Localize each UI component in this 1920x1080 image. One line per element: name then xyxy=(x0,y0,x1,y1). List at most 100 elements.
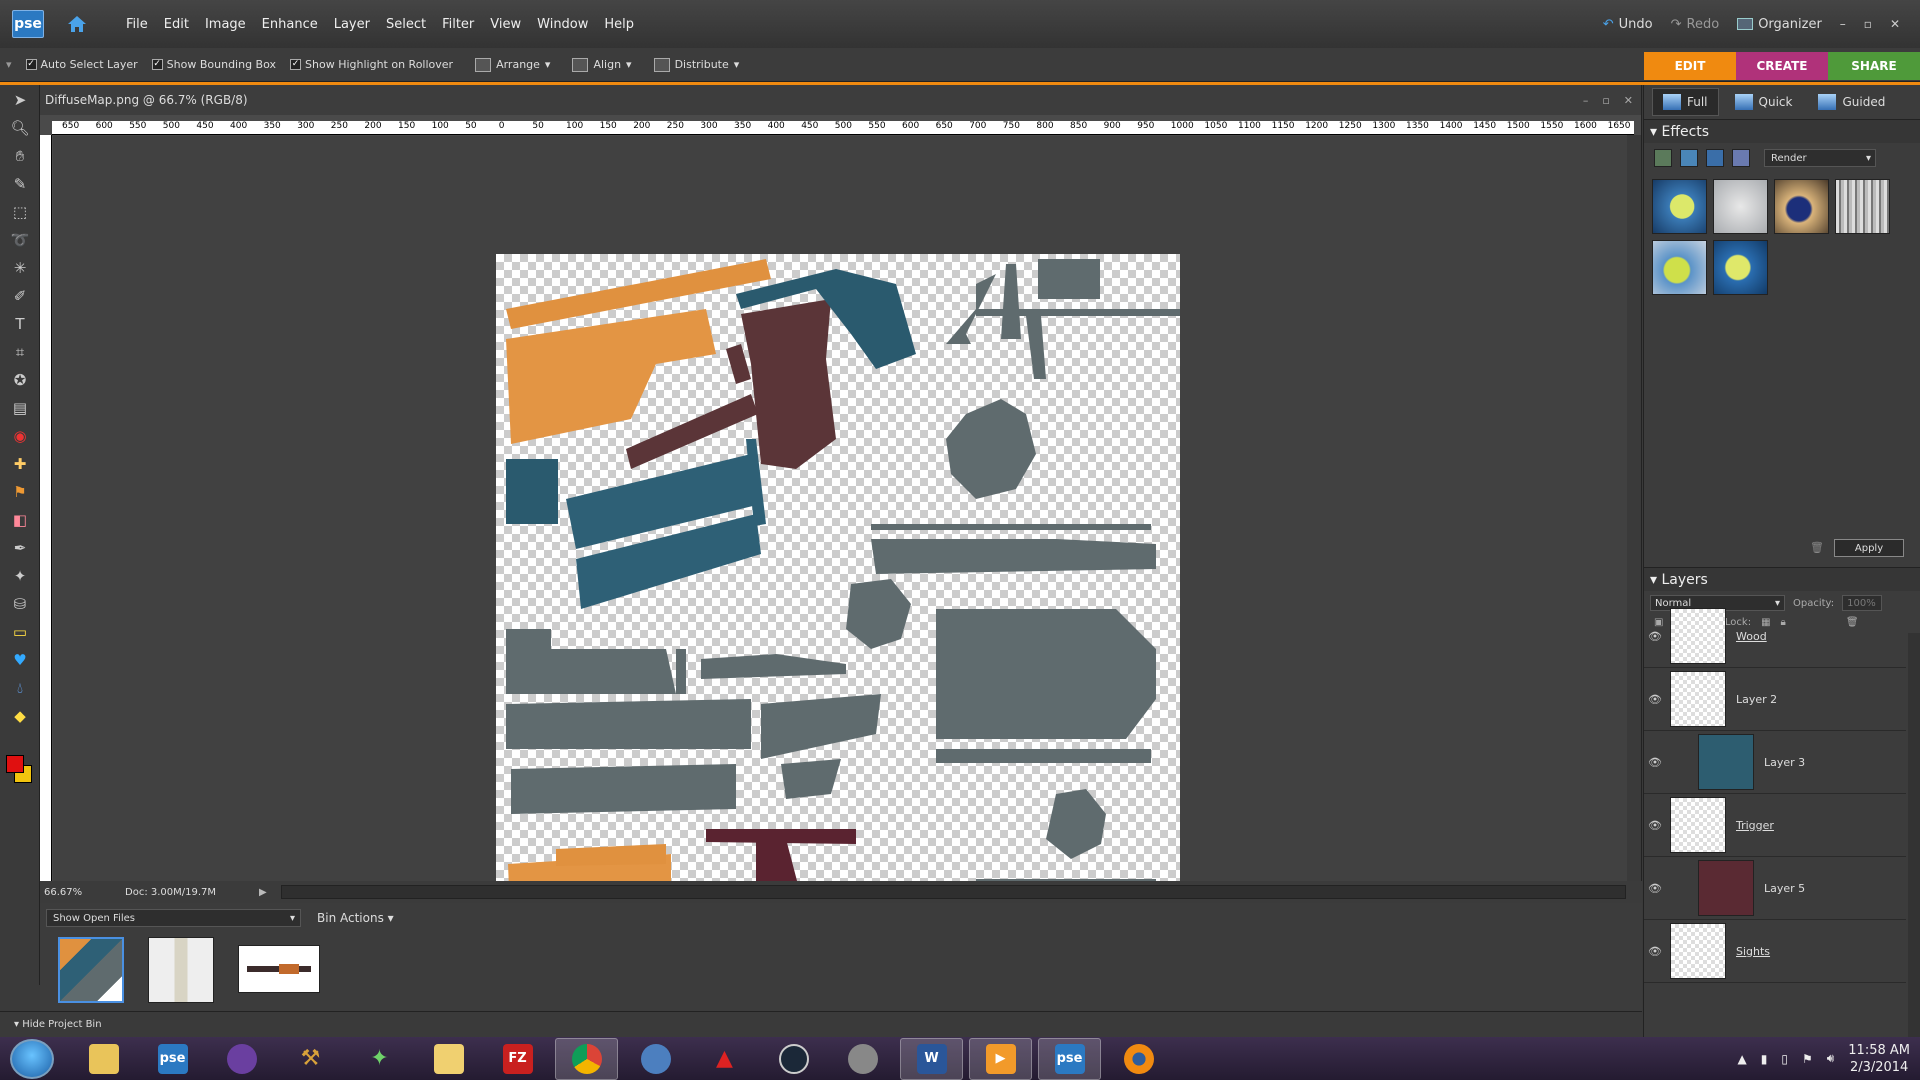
layers-panel-header[interactable]: ▾ Layers xyxy=(1644,567,1920,591)
options-collapse-icon[interactable]: ▾ xyxy=(6,58,12,71)
minimize-button[interactable]: – xyxy=(1840,17,1846,31)
tab-share[interactable]: SHARE xyxy=(1828,52,1920,80)
taskbar-app-gold[interactable]: ⚒ xyxy=(279,1038,342,1080)
menu-enhance[interactable]: Enhance xyxy=(254,17,326,32)
visibility-eye-icon[interactable]: 👁︎ xyxy=(1644,756,1666,769)
restore-button[interactable]: ▫ xyxy=(1864,17,1872,31)
eraser-tool-icon[interactable]: ◧ xyxy=(5,507,35,533)
menu-window[interactable]: Window xyxy=(529,17,596,32)
horizontal-scrollbar[interactable] xyxy=(280,885,1626,899)
visibility-eye-icon[interactable]: 👁︎ xyxy=(1644,630,1666,643)
highlight-checkbox[interactable]: ✓ xyxy=(290,59,302,70)
align-button[interactable]: Align ▾ xyxy=(572,57,632,72)
redo-button[interactable]: ↷ Redo xyxy=(1671,17,1720,32)
zoom-tool-icon[interactable]: 🔍︎ xyxy=(5,115,35,141)
bin-actions-menu[interactable]: Bin Actions ▾ xyxy=(317,911,394,925)
taskbar-app-green[interactable]: ✦ xyxy=(348,1038,411,1080)
effect-thumb-texture-fill[interactable] xyxy=(1652,240,1707,295)
effect-thumb-clouds[interactable] xyxy=(1713,179,1768,234)
taskbar-photoshop-elements-2[interactable]: pse xyxy=(1038,1037,1101,1080)
taskbar-app-purple[interactable] xyxy=(210,1038,273,1080)
clone-stamp-tool-icon[interactable]: ⚑ xyxy=(5,479,35,505)
taskbar-app-red[interactable]: ▲ xyxy=(693,1038,756,1080)
brush-tool-icon[interactable]: ✒ xyxy=(5,535,35,561)
bin-thumb-diffusemap[interactable] xyxy=(58,937,124,1003)
menu-edit[interactable]: Edit xyxy=(156,17,197,32)
vertical-scrollbar[interactable] xyxy=(1627,135,1641,881)
doc-close-button[interactable]: ✕ xyxy=(1624,94,1633,107)
menu-filter[interactable]: Filter xyxy=(434,17,482,32)
menu-view[interactable]: View xyxy=(482,17,529,32)
taskbar-app-move[interactable] xyxy=(417,1038,480,1080)
tray-expand-icon[interactable]: ▲ xyxy=(1738,1052,1747,1066)
blur-tool-icon[interactable]: 💧︎ xyxy=(5,675,35,701)
effects-panel-header[interactable]: ▾ Effects xyxy=(1644,119,1920,143)
menu-layer[interactable]: Layer xyxy=(326,17,378,32)
sponge-tool-icon[interactable]: ◆ xyxy=(5,703,35,729)
bin-thumb-2[interactable] xyxy=(148,937,214,1003)
canvas-area[interactable] xyxy=(53,136,1633,881)
layer-styles-icon[interactable] xyxy=(1680,149,1698,167)
signal-icon[interactable]: ▮ xyxy=(1761,1052,1768,1066)
show-all-icon[interactable] xyxy=(1732,149,1750,167)
cookie-cutter-tool-icon[interactable]: ✪ xyxy=(5,367,35,393)
close-button[interactable]: ✕ xyxy=(1890,17,1900,31)
undo-button[interactable]: ↶ Undo xyxy=(1603,17,1653,32)
visibility-eye-icon[interactable]: 👁︎ xyxy=(1644,945,1666,958)
red-eye-tool-icon[interactable]: ◉ xyxy=(5,423,35,449)
clock[interactable]: 11:58 AM 2/3/2014 xyxy=(1848,1042,1910,1076)
menu-help[interactable]: Help xyxy=(596,17,642,32)
hand-tool-icon[interactable]: ✋︎ xyxy=(5,143,35,169)
menu-select[interactable]: Select xyxy=(378,17,434,32)
visibility-eye-icon[interactable]: 👁︎ xyxy=(1644,693,1666,706)
foreground-color-swatch[interactable] xyxy=(6,755,24,773)
highlight-option[interactable]: ✓ Show Highlight on Rollover xyxy=(290,58,453,71)
auto-select-option[interactable]: ✓ Auto Select Layer xyxy=(25,58,138,71)
taskbar-app-blue[interactable] xyxy=(624,1038,687,1080)
shape-tool-icon[interactable]: ♥ xyxy=(5,647,35,673)
layer-row[interactable]: 👁︎ Layer 2 xyxy=(1644,668,1906,731)
taskbar-blender[interactable] xyxy=(1107,1038,1170,1080)
taskbar-explorer[interactable] xyxy=(72,1038,135,1080)
subtab-quick[interactable]: Quick xyxy=(1725,88,1803,116)
bounding-box-option[interactable]: ✓ Show Bounding Box xyxy=(151,58,276,71)
layer-row[interactable]: 👁︎ Trigger xyxy=(1644,794,1906,857)
taskbar-steam[interactable] xyxy=(762,1038,825,1080)
home-button[interactable] xyxy=(62,9,92,39)
organizer-button[interactable]: Organizer xyxy=(1737,17,1822,32)
show-files-select[interactable]: Show Open Files ▾ xyxy=(46,909,301,927)
subtab-full[interactable]: Full xyxy=(1652,88,1719,116)
type-tool-icon[interactable]: T xyxy=(5,311,35,337)
layer-row[interactable]: 👁︎ Layer 3 xyxy=(1644,731,1906,794)
effects-category-select[interactable]: Render ▾ xyxy=(1764,149,1876,167)
effect-thumb-lens-flare[interactable] xyxy=(1774,179,1829,234)
arrange-button[interactable]: Arrange ▾ xyxy=(475,57,550,72)
apply-effect-button[interactable]: Apply xyxy=(1834,539,1904,557)
taskbar-filezilla[interactable]: FZ xyxy=(486,1038,549,1080)
hide-project-bin-toggle[interactable]: ▾ Hide Project Bin xyxy=(0,1011,1642,1037)
eyedropper-tool-icon[interactable]: ✎ xyxy=(5,171,35,197)
zoom-field[interactable]: 66.67% xyxy=(40,887,85,898)
marquee-tool-icon[interactable]: ⬚ xyxy=(5,199,35,225)
taskbar-chrome[interactable] xyxy=(555,1037,618,1080)
effect-thumb-fibers[interactable] xyxy=(1835,179,1890,234)
lasso-tool-icon[interactable]: ➰ xyxy=(5,227,35,253)
bounding-box-checkbox[interactable]: ✓ xyxy=(151,59,163,70)
layers-scrollbar[interactable] xyxy=(1908,633,1920,1073)
distribute-button[interactable]: Distribute ▾ xyxy=(653,57,739,72)
auto-select-checkbox[interactable]: ✓ xyxy=(25,59,37,70)
visibility-eye-icon[interactable]: 👁︎ xyxy=(1644,819,1666,832)
magic-wand-tool-icon[interactable]: ✳ xyxy=(5,255,35,281)
bin-thumb-3[interactable] xyxy=(238,945,320,993)
gradient-tool-icon[interactable]: ▭ xyxy=(5,619,35,645)
taskbar-app-gray[interactable] xyxy=(831,1038,894,1080)
status-arrow-icon[interactable]: ▶ xyxy=(259,887,267,898)
tab-edit[interactable]: EDIT xyxy=(1644,52,1736,80)
doc-restore-button[interactable]: ▫ xyxy=(1602,94,1609,107)
flag-icon[interactable]: ⚑ xyxy=(1802,1052,1813,1066)
photo-effects-icon[interactable] xyxy=(1706,149,1724,167)
smart-brush-tool-icon[interactable]: ✦ xyxy=(5,563,35,589)
menu-image[interactable]: Image xyxy=(197,17,254,32)
taskbar-word[interactable]: W xyxy=(900,1037,963,1080)
quick-selection-tool-icon[interactable]: ✐ xyxy=(5,283,35,309)
